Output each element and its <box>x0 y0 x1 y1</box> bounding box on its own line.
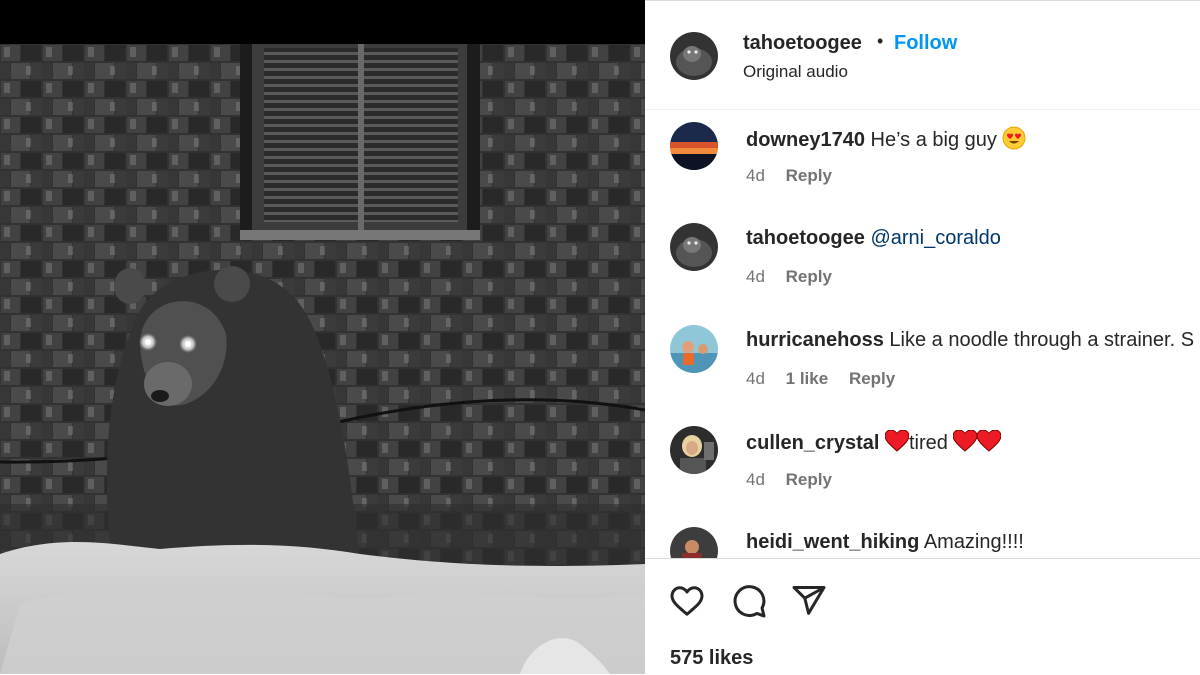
comment-text: downey1740 He’s a big guy <box>746 126 1026 152</box>
comment-time[interactable]: 4d <box>746 267 765 286</box>
reply-button[interactable]: Reply <box>786 166 832 185</box>
comment-text: cullen_crystal tired <box>746 430 1002 455</box>
comment-meta: 4d Reply <box>746 267 848 287</box>
audio-label[interactable]: Original audio <box>743 62 848 82</box>
comment-likes[interactable]: 1 like <box>786 369 829 388</box>
share-icon[interactable] <box>791 583 827 619</box>
comment-time[interactable]: 4d <box>746 470 765 489</box>
comment-item: downey1740 He’s a big guy 4d Reply <box>645 110 1200 210</box>
post-actions-bar: 575 likes <box>645 558 1200 675</box>
comment-body: Like a noodle through a strainer. S <box>889 329 1195 351</box>
comments-list[interactable]: downey1740 He’s a big guy 4d Reply tahoe… <box>645 110 1200 558</box>
comment-item: cullen_crystal tired 4d Reply <box>645 414 1200 514</box>
comment-item: hurricanehoss Like a noodle through a st… <box>645 313 1200 413</box>
follow-button[interactable]: Follow <box>894 32 957 55</box>
reply-button[interactable]: Reply <box>786 470 832 489</box>
red-heart-icon <box>884 430 909 452</box>
commenter-avatar[interactable] <box>670 122 718 170</box>
comment-body: tired <box>908 432 948 454</box>
comment-meta: 4d Reply <box>746 470 848 490</box>
comment-time[interactable]: 4d <box>746 369 765 388</box>
bear-night-camera-image <box>0 44 645 674</box>
comment-item: heidi_went_hiking Amazing!!!! <box>645 515 1200 558</box>
comment-text: tahoetoogee @arni_coraldo <box>746 227 1001 250</box>
commenter-avatar[interactable] <box>670 223 718 271</box>
heart-eyes-emoji-icon <box>1002 126 1026 150</box>
likes-count[interactable]: 575 likes <box>670 647 753 670</box>
comment-item: tahoetoogee @arni_coraldo 4d Reply <box>645 211 1200 311</box>
comment-username[interactable]: heidi_went_hiking <box>746 531 919 553</box>
comment-text: hurricanehoss Like a noodle through a st… <box>746 329 1194 352</box>
reply-button[interactable]: Reply <box>786 267 832 286</box>
commenter-avatar[interactable] <box>670 325 718 373</box>
commenter-avatar[interactable] <box>670 527 718 558</box>
comment-username[interactable]: cullen_crystal <box>746 432 879 454</box>
comment-meta: 4d Reply <box>746 166 848 186</box>
comment-username[interactable]: hurricanehoss <box>746 329 884 351</box>
comment-meta: 4d 1 like Reply <box>746 369 911 389</box>
separator-dot: • <box>877 31 884 51</box>
post-header: tahoetoogee • Follow Original audio <box>645 0 1200 110</box>
comment-body: Amazing!!!! <box>923 531 1024 553</box>
post-side-panel: tahoetoogee • Follow Original audio down… <box>645 0 1200 674</box>
owner-avatar[interactable] <box>670 32 718 80</box>
red-heart-icon <box>977 430 1002 452</box>
video-frame[interactable] <box>0 44 645 674</box>
video-player[interactable] <box>0 0 645 674</box>
commenter-avatar[interactable] <box>670 426 718 474</box>
comment-body: He’s a big guy <box>870 129 997 151</box>
comment-time[interactable]: 4d <box>746 166 765 185</box>
red-heart-icon <box>953 430 978 452</box>
reply-button[interactable]: Reply <box>849 369 895 388</box>
heart-icon[interactable] <box>669 583 705 619</box>
comment-username[interactable]: downey1740 <box>746 129 865 151</box>
comment-icon[interactable] <box>731 583 767 619</box>
owner-username[interactable]: tahoetoogee <box>743 32 862 55</box>
comment-text: heidi_went_hiking Amazing!!!! <box>746 531 1024 554</box>
comment-username[interactable]: tahoetoogee <box>746 227 865 249</box>
comment-mention-link[interactable]: @arni_coraldo <box>870 227 1000 249</box>
